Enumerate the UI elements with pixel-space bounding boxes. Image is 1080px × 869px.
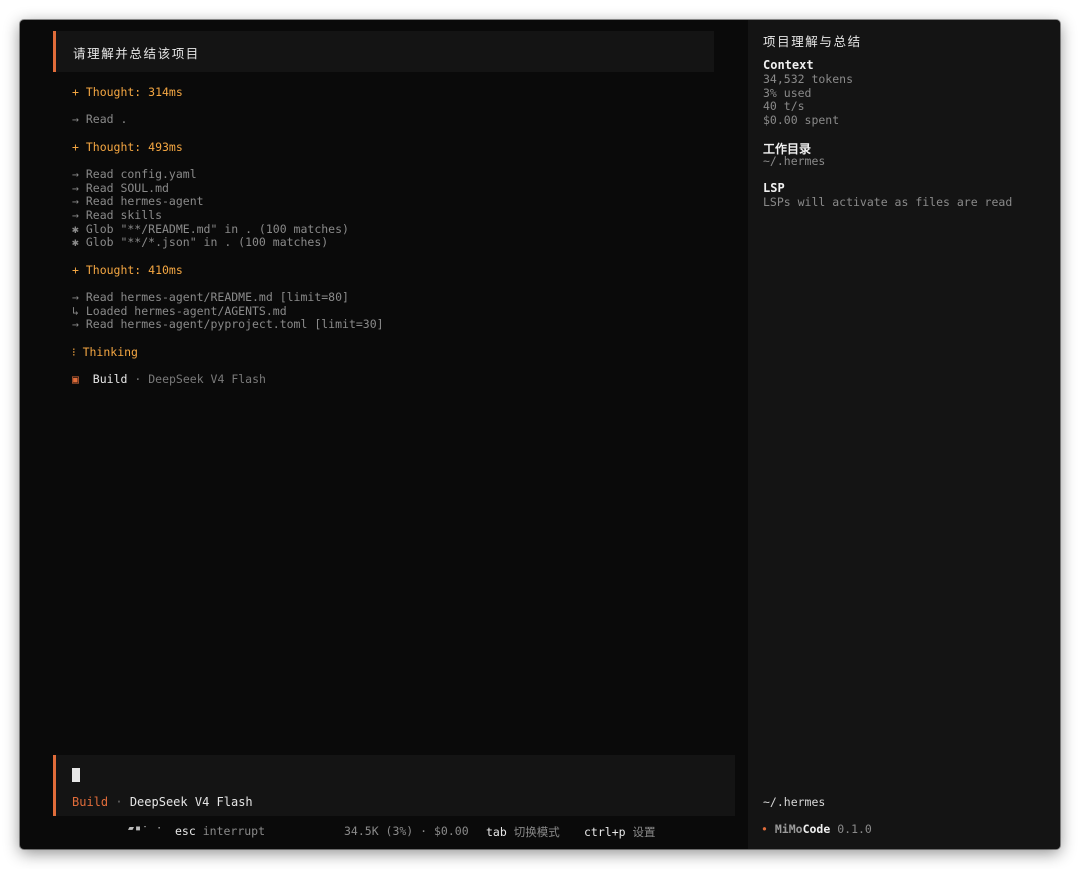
brand-code: Code <box>802 822 831 836</box>
user-prompt-block: 请理解并总结该项目 <box>53 31 714 72</box>
current-directory: ~/.hermes <box>763 795 826 809</box>
context-rate: 40 t/s <box>763 99 805 113</box>
brand-dot-icon: • <box>761 822 768 836</box>
lsp-message: LSPs will activate as files are read <box>763 195 1013 209</box>
tab-label: 切换模式 <box>513 825 560 839</box>
log-line-tool: → Read skills <box>72 208 163 222</box>
log-line-tool: → Read . <box>72 112 128 126</box>
log-line-tool: ↳ Loaded hermes-agent/AGENTS.md <box>72 304 287 318</box>
log-line-thought: + Thought: 493ms <box>72 140 183 154</box>
app-version: 0.1.0 <box>837 822 872 836</box>
app-brand: • MiMoCode 0.1.0 <box>761 822 872 836</box>
log-line-tool: → Read config.yaml <box>72 167 197 181</box>
tab-switch-mode-hint[interactable]: tab 切换模式 <box>486 824 560 840</box>
build-model-label: DeepSeek V4 Flash <box>148 372 266 386</box>
input-model-name: DeepSeek V4 Flash <box>129 795 253 809</box>
workdir-path: ~/.hermes <box>763 154 826 168</box>
context-tokens: 34,532 tokens <box>763 72 854 86</box>
log-line-thought: + Thought: 410ms <box>72 263 183 277</box>
thinking-indicator: ⁝ Thinking <box>72 345 138 359</box>
settings-hint[interactable]: ctrl+p 设置 <box>584 824 655 840</box>
chat-input[interactable]: Build · DeepSeek V4 Flash <box>53 755 735 816</box>
log-line-tool: ✱ Glob "**/*.json" in . (100 matches) <box>72 235 329 249</box>
log-line-tool: ✱ Glob "**/README.md" in . (100 matches) <box>72 222 349 236</box>
log-line-thought: + Thought: 314ms <box>72 85 183 99</box>
conversation-pane: 请理解并总结该项目 + Thought: 314ms → Read . + Th… <box>20 20 748 849</box>
ctrl-p-key: ctrl+p <box>584 825 626 839</box>
context-heading: Context <box>763 58 814 72</box>
build-square-icon: ▣ <box>72 372 79 386</box>
session-title: 项目理解与总结 <box>763 34 862 49</box>
tab-key: tab <box>486 825 507 839</box>
context-used: 3% used <box>763 86 812 100</box>
status-bar: ▰▪ˑ · esc interrupt 34.5K (3%) · $0.00 t… <box>20 816 748 849</box>
user-prompt-text: 请理解并总结该项目 <box>73 46 200 61</box>
separator-dot: · <box>134 372 142 386</box>
log-line-tool: → Read hermes-agent/README.md [limit=80] <box>72 290 349 304</box>
interrupt-label: interrupt <box>202 824 266 838</box>
build-mode-label: Build <box>92 372 128 386</box>
lsp-heading: LSP <box>763 181 785 195</box>
input-mode-indicator[interactable]: Build · DeepSeek V4 Flash <box>72 795 253 809</box>
esc-key: esc <box>175 824 196 838</box>
context-spent: $0.00 spent <box>763 113 840 127</box>
separator-dot: · <box>115 795 123 809</box>
input-mode-build: Build <box>72 795 109 809</box>
session-sidebar: 项目理解与总结 Context 34,532 tokens 3% used 40… <box>748 20 1060 849</box>
log-line-tool: → Read hermes-agent/pyproject.toml [limi… <box>72 317 384 331</box>
interrupt-hint[interactable]: esc interrupt <box>175 824 265 838</box>
spinner-icon: ▰▪ˑ · <box>128 823 164 834</box>
log-line-tool: → Read SOUL.md <box>72 181 169 195</box>
build-status-line: ▣ Build · DeepSeek V4 Flash <box>72 372 266 386</box>
text-cursor <box>72 768 80 782</box>
settings-label: 设置 <box>632 825 656 839</box>
brand-mimo: MiMo <box>774 822 803 836</box>
usage-readout: 34.5K (3%) · $0.00 <box>344 824 469 838</box>
terminal-window: 请理解并总结该项目 + Thought: 314ms → Read . + Th… <box>20 20 1060 849</box>
log-line-tool: → Read hermes-agent <box>72 194 204 208</box>
